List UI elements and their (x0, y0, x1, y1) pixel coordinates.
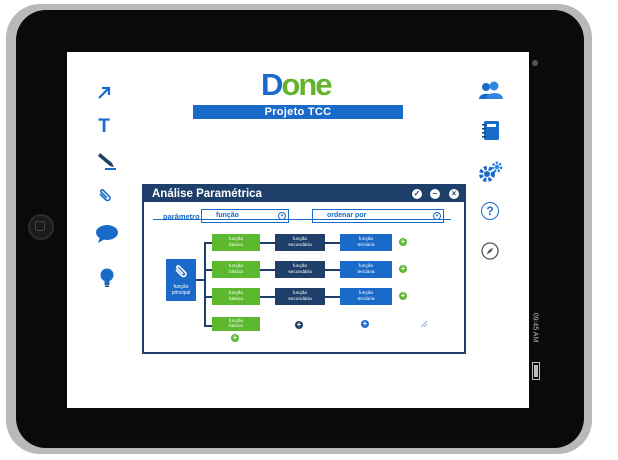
tree-connector (260, 296, 275, 298)
battery-icon (532, 362, 540, 380)
tertiary-function-label: função terciária (357, 291, 375, 302)
basic-function-box[interactable]: função básica (212, 261, 260, 278)
secondary-function-label: função secundária (288, 264, 312, 275)
secondary-function-label: função secundária (288, 291, 312, 302)
tertiary-function-box[interactable]: função terciária (340, 261, 392, 278)
idea-tool-button[interactable] (99, 268, 115, 288)
app-screen: T Done Projeto TCC ? Análise Paramétrica… (67, 52, 529, 408)
logo-rest: one (281, 67, 332, 102)
paperclip-icon (99, 189, 111, 202)
divider (153, 219, 451, 220)
confirm-button[interactable]: ✓ (412, 189, 422, 199)
notebook-button[interactable] (481, 120, 505, 144)
tree-connector (196, 279, 204, 281)
text-T-icon: T (98, 116, 110, 137)
add-button[interactable]: + (399, 292, 407, 300)
tree-connector (325, 296, 340, 298)
secondary-function-box[interactable]: função secundária (275, 288, 325, 305)
main-function-box[interactable]: função principal (166, 259, 196, 301)
tree-connector (204, 242, 212, 244)
status-bar: 09:45 AM (529, 52, 541, 408)
pencil-icon (98, 153, 116, 170)
secondary-function-label: função secundária (288, 237, 312, 248)
pen-tool-button[interactable] (95, 152, 117, 172)
settings-button[interactable] (477, 160, 503, 184)
tree-connector (204, 325, 212, 327)
resize-handle-icon[interactable] (420, 320, 428, 328)
tree-connector (204, 269, 212, 271)
arrow-tool-button[interactable] (95, 84, 113, 102)
add-button[interactable]: + (399, 265, 407, 273)
tree-connector (260, 269, 275, 271)
parametric-analysis-dialog: Análise Paramétrica ✓ – × parâmetro funç… (142, 184, 466, 354)
logo-d: D (261, 67, 283, 102)
question-icon: ? (481, 202, 499, 220)
attach-tool-button[interactable] (96, 187, 114, 205)
parameter-select[interactable]: função ▾ (201, 209, 289, 223)
main-function-label: função principal (171, 284, 191, 296)
camera-icon (532, 60, 538, 66)
tree-connector (204, 296, 212, 298)
speech-bubble-icon (96, 225, 118, 243)
basic-function-box[interactable]: função básica (212, 317, 260, 331)
tree-connector (204, 242, 206, 326)
basic-function-label: função básica (228, 237, 244, 248)
comment-tool-button[interactable] (95, 224, 119, 244)
add-button[interactable]: + (295, 321, 303, 329)
sort-select[interactable]: ordenar por ▾ (312, 209, 444, 223)
basic-function-label: função básica (228, 318, 244, 329)
gears-icon (479, 161, 503, 182)
add-button[interactable]: + (231, 334, 239, 342)
app-logo: Done (261, 67, 333, 102)
basic-function-label: função básica (228, 291, 244, 302)
tree-connector (325, 242, 340, 244)
tertiary-function-box[interactable]: função terciária (340, 234, 392, 251)
basic-function-box[interactable]: função básica (212, 234, 260, 251)
notebook-icon (482, 121, 499, 140)
question-glyph: ? (486, 204, 494, 218)
users-button[interactable] (478, 80, 503, 104)
add-button[interactable]: + (361, 320, 369, 328)
project-title: Projeto TCC (193, 105, 403, 119)
secondary-function-box[interactable]: função secundária (275, 261, 325, 278)
help-button[interactable]: ? (481, 202, 505, 226)
secondary-function-box[interactable]: função secundária (275, 234, 325, 251)
tertiary-function-label: função terciária (357, 264, 375, 275)
basic-function-label: função básica (228, 264, 244, 275)
close-button[interactable]: × (449, 189, 459, 199)
navigate-button[interactable] (481, 242, 505, 266)
add-button[interactable]: + (399, 238, 407, 246)
compass-icon (481, 242, 499, 260)
tree-connector (260, 242, 275, 244)
people-icon (479, 81, 503, 99)
tertiary-function-box[interactable]: função terciária (340, 288, 392, 305)
home-button[interactable] (28, 214, 54, 240)
status-time: 09:45 AM (531, 312, 539, 343)
text-tool-button[interactable]: T (95, 116, 113, 137)
basic-function-box[interactable]: função básica (212, 288, 260, 305)
dialog-titlebar: Análise Paramétrica ✓ – × (144, 186, 464, 202)
lightbulb-icon (100, 268, 114, 287)
tree-connector (325, 269, 340, 271)
dialog-title: Análise Paramétrica (152, 188, 262, 200)
arrow-up-right-icon (98, 86, 111, 99)
paperclip-icon (175, 265, 187, 278)
minimize-button[interactable]: – (430, 189, 440, 199)
tertiary-function-label: função terciária (357, 237, 375, 248)
